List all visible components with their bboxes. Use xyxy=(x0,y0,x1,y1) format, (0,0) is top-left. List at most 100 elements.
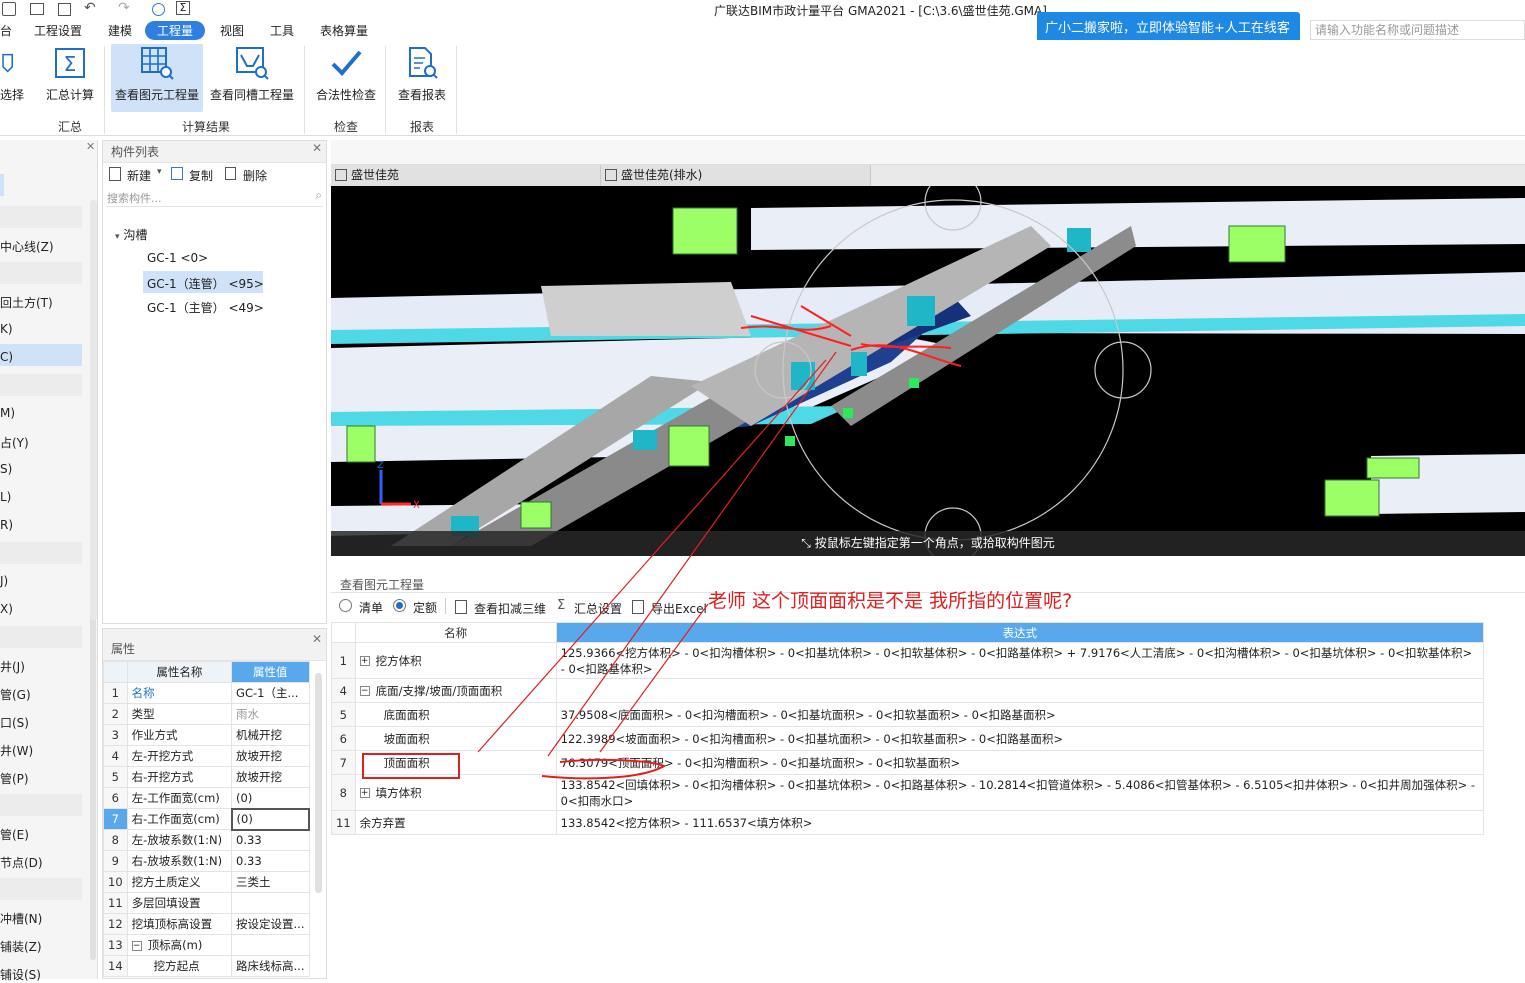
nav-item[interactable]: X) xyxy=(0,602,13,616)
undo-icon[interactable]: ↶ xyxy=(84,0,96,16)
menu-item-view[interactable]: 视图 xyxy=(214,21,250,40)
nav-item[interactable]: S) xyxy=(0,462,12,476)
nav-group-header[interactable] xyxy=(0,206,82,228)
prop-value[interactable] xyxy=(231,934,310,956)
menu-item-modeling[interactable]: 建模 xyxy=(102,21,138,40)
qty-row[interactable]: 5 底面面积 37.9508<底面面积> - 0<扣沟槽面积> - 0<扣基坑面… xyxy=(331,702,1485,727)
new-file-icon[interactable] xyxy=(2,2,16,16)
qty-name[interactable]: + 挖方体积 xyxy=(354,642,557,679)
nav-item[interactable]: 冲槽(N) xyxy=(0,910,42,927)
expand-icon[interactable]: + xyxy=(359,788,370,798)
nav-item[interactable]: 铺装(Z) xyxy=(0,938,42,955)
qty-row[interactable]: 11 余方弃置 133.8542<挖方体积> - 111.6537<填方体积> xyxy=(331,810,1485,835)
nav-group-header[interactable] xyxy=(0,542,82,564)
properties-scrollbar[interactable] xyxy=(315,673,322,893)
component-search-input[interactable]: 搜索构件... xyxy=(107,190,162,206)
collapse-icon[interactable]: − xyxy=(131,940,142,951)
close-icon[interactable]: ✕ xyxy=(312,619,322,659)
cloud-icon[interactable] xyxy=(152,3,165,16)
nav-item[interactable]: 管(G) xyxy=(0,686,31,703)
menu-item-tools[interactable]: 工具 xyxy=(264,21,300,40)
qty-row[interactable]: 6 坡面面积 122.3989<坡面面积> - 0<扣沟槽面积> - 0<扣基坑… xyxy=(331,726,1485,751)
nav-item[interactable]: 井(W) xyxy=(0,742,33,759)
nav-item[interactable]: L) xyxy=(0,490,11,504)
nav-item[interactable]: M) xyxy=(0,406,15,420)
qty-row[interactable]: 4 − 底面/支撑/坡面/顶面面积 xyxy=(331,678,1485,703)
legality-check-button[interactable]: 合法性检查 xyxy=(312,44,380,112)
new-component-button[interactable]: 新建 xyxy=(127,167,151,184)
view-element-qty-button[interactable]: 查看图元工程量 xyxy=(111,44,203,112)
qty-name[interactable]: 顶面面积 xyxy=(354,750,557,775)
nav-item[interactable]: K) xyxy=(0,322,13,336)
close-icon[interactable]: ✕ xyxy=(312,137,322,159)
qty-name[interactable]: + 填方体积 xyxy=(354,774,557,811)
nav-item[interactable]: 节点(D) xyxy=(0,854,43,871)
radio-list[interactable] xyxy=(339,599,352,612)
nav-item[interactable]: J) xyxy=(0,574,8,588)
redo-icon[interactable]: ↷ xyxy=(118,0,130,16)
prop-value[interactable]: 路床线标高... xyxy=(231,955,310,977)
qty-name[interactable]: 余方弃置 xyxy=(354,810,557,835)
property-row[interactable]: 5 右-开挖方式 放坡开挖 xyxy=(103,766,310,788)
menu-item-quantities[interactable]: 工程量 xyxy=(145,21,205,40)
collapse-icon[interactable]: − xyxy=(359,686,370,696)
property-row[interactable]: 14 挖方起点 路床线标高... xyxy=(103,955,310,977)
qty-name[interactable]: − 底面/支撑/坡面/顶面面积 xyxy=(354,678,557,703)
prop-value[interactable]: (0) xyxy=(231,787,310,809)
nav-item[interactable]: 管(E) xyxy=(0,826,29,843)
prop-value[interactable]: 放坡开挖 xyxy=(231,745,310,767)
qty-name[interactable]: 底面面积 xyxy=(354,702,557,727)
component-item-selected[interactable]: GC-1（连管） <95> xyxy=(147,275,264,292)
component-item[interactable]: GC-1（主管） <49> xyxy=(147,299,264,316)
prop-value[interactable]: GC-1（主... xyxy=(231,682,310,704)
copy-component-button[interactable]: 复制 xyxy=(189,167,213,184)
view-same-trench-qty-button[interactable]: 查看同槽工程量 xyxy=(206,44,298,112)
property-row-selected[interactable]: 7 右-工作面宽(cm) (0) xyxy=(103,807,311,831)
nav-group-header[interactable] xyxy=(0,794,82,816)
prop-value-editor[interactable]: (0) xyxy=(230,807,311,831)
nav-group-header[interactable] xyxy=(0,878,82,900)
prop-value[interactable]: 机械开挖 xyxy=(231,724,310,746)
nav-item[interactable]: R) xyxy=(0,518,13,532)
view-report-button[interactable]: 查看报表 xyxy=(393,44,451,112)
property-row[interactable]: 12 挖填顶标高设置 按设定设置... xyxy=(103,913,310,935)
nav-item[interactable]: 口(S) xyxy=(0,714,29,731)
tab-shengshi-drainage[interactable]: 盛世佳苑(排水) xyxy=(601,165,871,186)
summary-settings-button[interactable]: 汇总设置 xyxy=(574,600,622,617)
qty-row-top-area[interactable]: 7 顶面面积 76.3079<顶面面积> - 0<扣沟槽面积> - 0<扣基坑面… xyxy=(331,750,1485,775)
qty-name[interactable]: 坡面面积 xyxy=(354,726,557,751)
select-button[interactable]: 选择 xyxy=(0,44,26,112)
nav-item[interactable]: 井(J) xyxy=(0,658,25,675)
prop-value[interactable] xyxy=(231,892,310,914)
qty-row[interactable]: 8 + 填方体积 133.8542<回填体积> - 0<扣沟槽体积> - 0<扣基… xyxy=(331,774,1485,811)
nav-item[interactable]: 管(P) xyxy=(0,770,29,787)
nav-item[interactable]: 占(Y) xyxy=(0,434,29,451)
property-row[interactable]: 2 类型 雨水 xyxy=(103,703,310,725)
property-row[interactable]: 13− 顶标高(m) xyxy=(103,934,310,956)
chevron-down-icon[interactable]: ▾ xyxy=(157,167,162,177)
menu-item-table-calc[interactable]: 表格算量 xyxy=(314,21,374,40)
caret-down-icon[interactable]: ▾ xyxy=(115,232,120,242)
view-deduct-3d-button[interactable]: 查看扣减三维 xyxy=(474,600,546,617)
component-search[interactable]: 搜索构件... ⌕ xyxy=(107,187,322,207)
export-excel-button[interactable]: 导出Excel xyxy=(651,600,707,617)
function-search-input[interactable]: 请输入功能名称或问题描述 xyxy=(1310,20,1525,40)
property-row[interactable]: 10 挖方土质定义 三类土 xyxy=(103,871,310,893)
expand-icon[interactable]: + xyxy=(359,656,370,666)
component-item[interactable]: GC-1 <0> xyxy=(147,251,208,265)
delete-component-button[interactable]: 删除 xyxy=(243,167,267,184)
prop-value[interactable]: 雨水 xyxy=(231,703,310,725)
nav-item[interactable]: 回土方(T) xyxy=(0,294,53,311)
nav-item[interactable]: 铺设(S) xyxy=(0,966,41,983)
property-row[interactable]: 1 名称 GC-1（主... xyxy=(103,682,310,704)
nav-search-input[interactable] xyxy=(0,174,4,196)
prop-name-collapsible[interactable]: − 顶标高(m) xyxy=(126,934,233,956)
summary-calc-button[interactable]: Σ 汇总计算 xyxy=(40,44,100,112)
property-row[interactable]: 8 左-放坡系数(1:N) 0.33 xyxy=(103,829,310,851)
nav-group-header[interactable] xyxy=(0,626,82,648)
radio-quota[interactable] xyxy=(393,599,406,612)
property-row[interactable]: 9 右-放坡系数(1:N) 0.33 xyxy=(103,850,310,872)
tab-shengshi[interactable]: 盛世佳苑 xyxy=(331,165,601,186)
prop-value[interactable]: 按设定设置... xyxy=(231,913,310,935)
nav-group-header[interactable] xyxy=(0,374,82,396)
